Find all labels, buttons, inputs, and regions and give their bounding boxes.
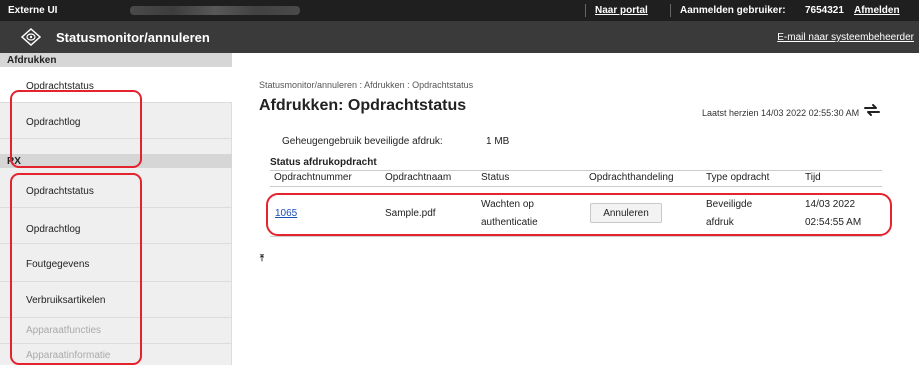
refresh-icon[interactable] xyxy=(862,102,882,118)
breadcrumb: Statusmonitor/annuleren : Afdrukken : Op… xyxy=(259,80,474,90)
diamond-logo-icon xyxy=(21,28,41,46)
column-header: Opdrachtnaam xyxy=(385,172,452,183)
login-label: Aanmelden gebruiker: xyxy=(680,5,786,16)
column-header: Opdrachtnummer xyxy=(274,172,352,183)
logout-link[interactable]: Afmelden xyxy=(854,5,900,16)
app-name: Externe UI xyxy=(8,5,58,16)
divider xyxy=(670,4,671,17)
column-header: Status xyxy=(481,172,510,183)
highlight-frame xyxy=(10,90,142,168)
main-content: Statusmonitor/annuleren : Afdrukken : Op… xyxy=(232,53,919,365)
column-header: Opdrachthandeling xyxy=(589,172,674,183)
highlight-frame xyxy=(266,193,892,236)
divider xyxy=(585,4,586,17)
highlight-frame xyxy=(10,173,142,365)
sidebar: Afdrukken Opdrachtstatus Opdrachtlog RX … xyxy=(0,53,232,365)
scroll-to-top-icon[interactable]: ⤒ xyxy=(260,253,264,264)
user-id: 7654321 xyxy=(805,5,844,16)
top-bar: Externe UI Naar portal Aanmelden gebruik… xyxy=(0,0,919,21)
mail-admin-link[interactable]: E-mail naar systeembeheerder xyxy=(777,32,914,43)
sidebar-section-print: Afdrukken xyxy=(0,53,232,67)
column-header: Type opdracht xyxy=(706,172,770,183)
last-updated: Laatst herzien 14/03 2022 02:55:30 AM xyxy=(702,108,860,118)
column-header: Tijd xyxy=(805,172,821,183)
memory-usage-label: Geheugengebruik beveiligde afdruk: xyxy=(282,136,443,147)
page-header: Statusmonitor/annuleren E-mail naar syst… xyxy=(0,21,919,53)
memory-usage-value: 1 MB xyxy=(486,136,510,147)
page-title: Afdrukken: Opdrachtstatus xyxy=(259,97,467,114)
divider xyxy=(270,236,882,237)
table-header xyxy=(270,170,882,187)
header-title: Statusmonitor/annuleren xyxy=(56,30,210,45)
device-name-redacted xyxy=(130,6,300,15)
table-caption: Status afdrukopdracht xyxy=(270,157,377,168)
portal-link[interactable]: Naar portal xyxy=(595,5,648,16)
